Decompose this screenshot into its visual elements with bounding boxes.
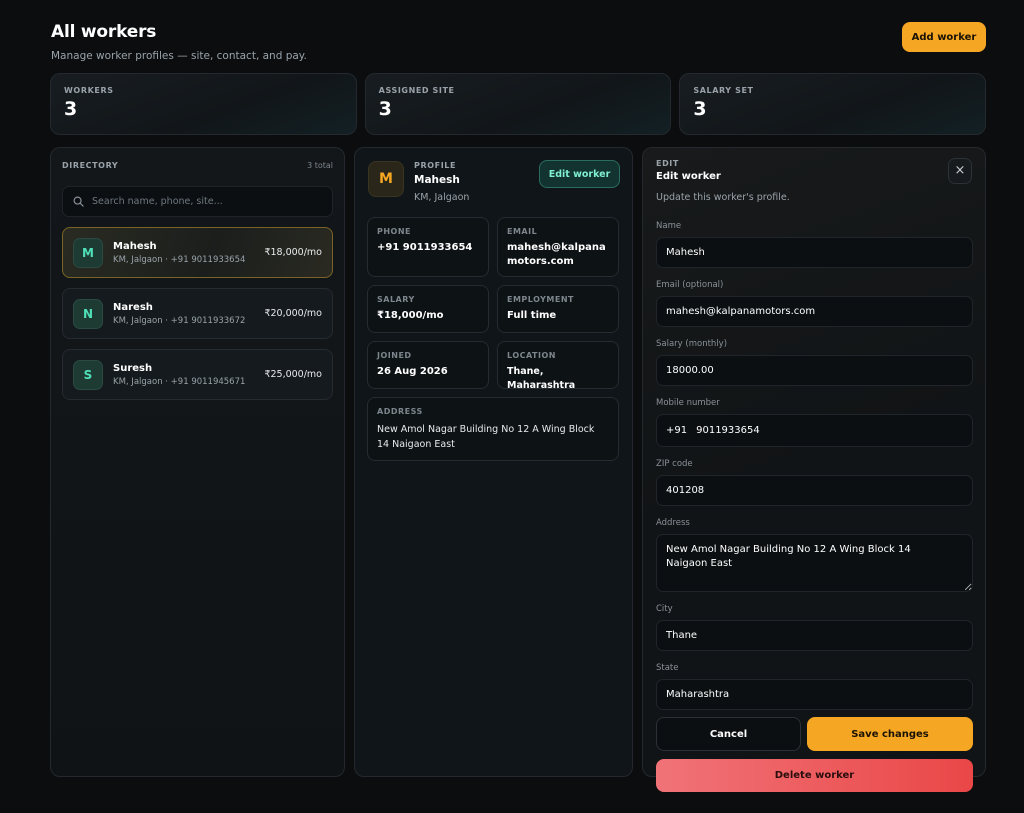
profile-location: KM, Jalgaon <box>414 192 470 203</box>
worker-list-item[interactable]: N Naresh KM, Jalgaon · +91 9011933672 ₹2… <box>62 288 333 339</box>
address-field[interactable]: New Amol Nagar Building No 12 A Wing Blo… <box>656 534 973 592</box>
info-card-location: LOCATION Thane, Maharashtra <box>497 341 619 391</box>
salary-value: ₹18,000/mo <box>377 310 444 321</box>
address-label: Address <box>656 518 690 528</box>
mobile-label: Mobile number <box>656 398 720 408</box>
save-changes-button[interactable]: Save changes <box>807 717 973 751</box>
mobile-input[interactable] <box>696 425 963 436</box>
stats-row: WORKERS 3 ASSIGNED SITE 3 SALARY SET 3 <box>50 73 987 135</box>
city-field[interactable] <box>656 620 973 651</box>
search-box[interactable] <box>62 186 333 217</box>
stat-card-workers: WORKERS 3 <box>50 73 357 135</box>
profile-panel: M PROFILE Mahesh KM, Jalgaon Edit worker… <box>354 147 633 777</box>
worker-name: Mahesh <box>113 240 157 252</box>
avatar: M <box>73 237 103 268</box>
zip-label: ZIP code <box>656 459 693 469</box>
avatar: S <box>73 359 103 390</box>
edit-label: EDIT <box>656 159 679 168</box>
directory-header: DIRECTORY 3 total <box>62 159 333 171</box>
email-label: Email (optional) <box>656 280 724 290</box>
info-card-employment: EMPLOYMENT Full time <box>497 285 619 333</box>
stat-value: 3 <box>693 98 707 120</box>
salary-label: Salary (monthly) <box>656 339 728 349</box>
edit-subtitle: Update this worker's profile. <box>656 192 790 203</box>
stat-label: ASSIGNED SITE <box>378 86 455 95</box>
add-worker-button[interactable]: Add worker <box>902 22 986 52</box>
address-value: New Amol Nagar Building No 12 A Wing Blo… <box>377 424 595 450</box>
close-icon[interactable]: × <box>948 158 972 184</box>
stat-card-assigned-site: ASSIGNED SITE 3 <box>364 73 672 135</box>
worker-list-item[interactable]: S Suresh KM, Jalgaon · +91 9011945671 ₹2… <box>62 349 333 400</box>
avatar: M <box>368 161 404 197</box>
phone-value: +91 9011933654 <box>377 242 473 253</box>
profile-label: PROFILE <box>414 161 457 170</box>
directory-label: DIRECTORY <box>62 160 119 170</box>
page-title: All workers <box>51 22 157 42</box>
stat-value: 3 <box>378 98 392 120</box>
directory-panel: DIRECTORY 3 total M Mahesh KM, Jalgaon ·… <box>50 147 345 777</box>
stat-label: SALARY SET <box>693 86 754 95</box>
worker-meta: KM, Jalgaon · +91 9011933672 <box>113 315 246 326</box>
worker-pay: ₹20,000/mo <box>264 308 322 319</box>
country-code: +91 <box>666 425 688 436</box>
delete-worker-button[interactable]: Delete worker <box>656 759 973 792</box>
search-icon <box>73 192 84 211</box>
edit-worker-button[interactable]: Edit worker <box>539 160 620 188</box>
worker-meta: KM, Jalgaon · +91 9011945671 <box>113 376 246 387</box>
name-field[interactable] <box>656 237 973 268</box>
stat-card-salary-set: SALARY SET 3 <box>679 73 987 135</box>
worker-name: Suresh <box>113 362 153 374</box>
state-label: State <box>656 663 679 673</box>
page-subtitle: Manage worker profiles — site, contact, … <box>51 50 307 62</box>
salary-field[interactable] <box>656 355 973 386</box>
worker-pay: ₹25,000/mo <box>264 369 322 380</box>
edit-panel: EDIT Edit worker Update this worker's pr… <box>642 147 986 792</box>
cancel-button[interactable]: Cancel <box>656 717 801 751</box>
info-card-joined: JOINED 26 Aug 2026 <box>367 341 489 389</box>
joined-value: 26 Aug 2026 <box>377 366 448 377</box>
info-card-salary: SALARY ₹18,000/mo <box>367 285 489 333</box>
info-card-email: EMAIL mahesh@kalpanamotors.com <box>497 217 619 277</box>
directory-count: 3 total <box>307 160 333 170</box>
profile-header: M PROFILE Mahesh KM, Jalgaon Edit worker <box>367 160 620 206</box>
info-card-phone: PHONE +91 9011933654 <box>367 217 489 277</box>
city-label: City <box>656 604 673 614</box>
profile-info-grid: PHONE +91 9011933654 EMAIL mahesh@kalpan… <box>367 217 620 461</box>
avatar: N <box>73 298 103 329</box>
stat-label: WORKERS <box>64 86 114 95</box>
mobile-field[interactable]: +91 <box>656 414 973 447</box>
worker-list-item[interactable]: M Mahesh KM, Jalgaon · +91 9011933654 ₹1… <box>62 227 333 278</box>
location-value: Thane, Maharashtra <box>507 366 576 391</box>
email-field[interactable] <box>656 296 973 327</box>
page-header: All workers Manage worker profiles — sit… <box>51 22 986 66</box>
profile-name: Mahesh <box>414 174 460 186</box>
edit-actions: Cancel Save changes <box>656 717 973 751</box>
info-card-address: ADDRESS New Amol Nagar Building No 12 A … <box>367 397 619 461</box>
zip-field[interactable] <box>656 475 973 506</box>
employment-value: Full time <box>507 310 557 321</box>
worker-name: Naresh <box>113 301 153 313</box>
worker-meta: KM, Jalgaon · +91 9011933654 <box>113 254 246 265</box>
edit-header: EDIT Edit worker Update this worker's pr… <box>656 158 972 209</box>
stat-value: 3 <box>64 98 78 120</box>
worker-pay: ₹18,000/mo <box>264 247 322 258</box>
email-value: mahesh@kalpanamotors.com <box>507 242 606 267</box>
search-input[interactable] <box>92 196 322 207</box>
edit-title: Edit worker <box>656 171 721 182</box>
state-field[interactable] <box>656 679 973 710</box>
name-label: Name <box>656 221 682 231</box>
